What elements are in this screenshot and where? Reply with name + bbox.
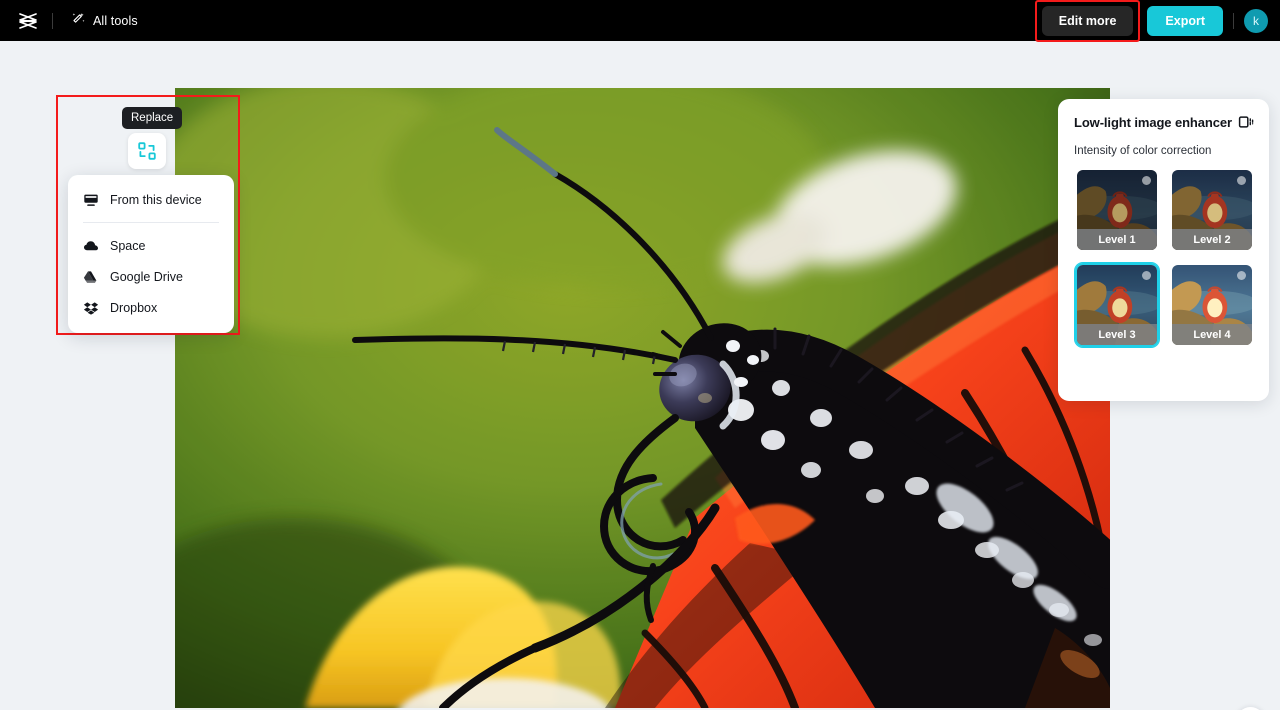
menu-item-space[interactable]: Space bbox=[68, 230, 234, 261]
topbar-right-group: Edit more Export k bbox=[1034, 0, 1280, 42]
menu-item-google-drive[interactable]: Google Drive bbox=[68, 261, 234, 292]
all-tools-label: All tools bbox=[93, 13, 138, 28]
panel-title: Low-light image enhancer bbox=[1074, 114, 1232, 130]
menu-item-label: From this device bbox=[110, 192, 202, 207]
level-option-3[interactable]: Level 3 bbox=[1075, 263, 1159, 347]
avatar[interactable]: k bbox=[1244, 8, 1268, 33]
magic-wand-icon bbox=[71, 11, 86, 31]
level-option-2[interactable]: Level 2 bbox=[1170, 168, 1254, 252]
edit-more-button[interactable]: Edit more bbox=[1041, 5, 1134, 36]
replace-tooltip: Replace bbox=[122, 107, 183, 129]
top-toolbar: All tools Edit more Export k bbox=[0, 0, 1280, 42]
level-option-1[interactable]: Level 1 bbox=[1075, 168, 1159, 252]
level-label: Level 2 bbox=[1172, 229, 1252, 250]
all-tools-button[interactable]: All tools bbox=[63, 7, 146, 35]
level-badge-dot bbox=[1237, 271, 1246, 280]
canvas-area: Replace From this device Space Google Dr… bbox=[0, 41, 1280, 710]
menu-divider bbox=[83, 222, 219, 223]
level-label: Level 4 bbox=[1172, 324, 1252, 345]
menu-item-label: Space bbox=[110, 238, 146, 253]
menu-item-label: Dropbox bbox=[110, 300, 158, 315]
preview-image-butterfly[interactable] bbox=[175, 88, 1110, 708]
level-option-4[interactable]: Level 4 bbox=[1170, 263, 1254, 347]
toolbar-divider-right bbox=[1233, 12, 1234, 29]
cloud-icon bbox=[83, 238, 99, 254]
intensity-level-grid: Level 1 Level 2 Level 3 Level 4 bbox=[1058, 157, 1269, 347]
level-badge-dot bbox=[1142, 176, 1151, 185]
monitor-icon bbox=[83, 192, 99, 208]
capcut-logo-icon[interactable] bbox=[14, 7, 42, 35]
menu-item-label: Google Drive bbox=[110, 269, 183, 284]
toolbar-divider bbox=[52, 12, 53, 29]
menu-item-from-this-device[interactable]: From this device bbox=[68, 184, 234, 215]
panel-subtitle: Intensity of color correction bbox=[1074, 145, 1212, 157]
export-button[interactable]: Export bbox=[1147, 5, 1223, 36]
level-badge-dot bbox=[1237, 176, 1246, 185]
replace-swap-icon[interactable] bbox=[128, 133, 166, 169]
replace-source-menu: From this device Space Google Drive Drop… bbox=[68, 175, 234, 333]
low-light-enhancer-panel: Low-light image enhancer Intensity of co… bbox=[1058, 99, 1269, 401]
level-label: Level 1 bbox=[1077, 229, 1157, 250]
dropbox-icon bbox=[83, 300, 99, 316]
menu-item-dropbox[interactable]: Dropbox bbox=[68, 292, 234, 323]
level-badge-dot bbox=[1142, 271, 1151, 280]
google-drive-icon bbox=[83, 269, 99, 285]
level-label: Level 3 bbox=[1077, 324, 1157, 345]
edit-more-highlight-wrapper: Edit more bbox=[1034, 0, 1141, 42]
app-root: All tools Edit more Export k Replace Fro… bbox=[0, 0, 1280, 710]
panel-collapse-icon[interactable] bbox=[1237, 113, 1255, 131]
panel-header: Low-light image enhancer bbox=[1058, 99, 1269, 131]
